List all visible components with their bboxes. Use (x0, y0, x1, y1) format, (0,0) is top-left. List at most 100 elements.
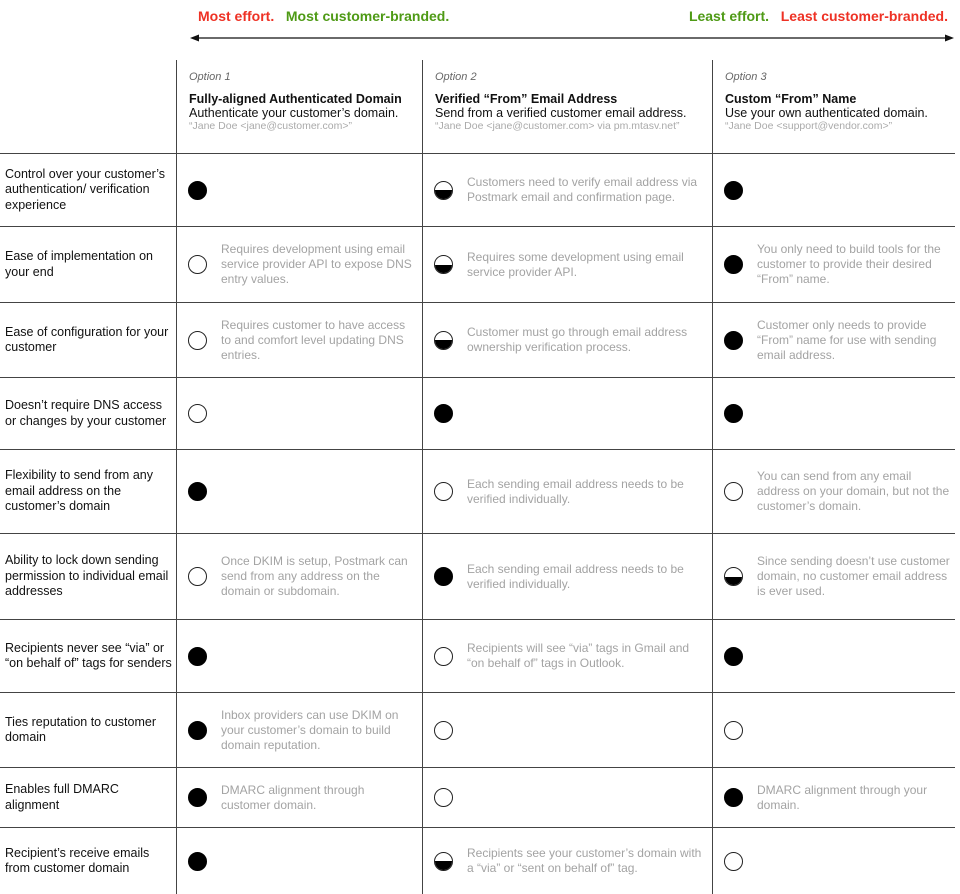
rating-note: DMARC alignment through your domain. (757, 782, 928, 812)
rating-cell (713, 620, 950, 692)
filled-circle-icon (188, 851, 207, 871)
most-branded-label: Most customer-branded. (285, 8, 450, 24)
option-header-2: Option 2 Verified “From” Email Address Sen… (435, 60, 711, 153)
rating-cell: Recipients see your customer’s domain wi… (423, 828, 707, 894)
filled-circle-icon (188, 180, 207, 200)
rating-cell: Requires development using email service… (177, 227, 417, 302)
rating-note: Customer must go through email address o… (467, 325, 688, 354)
option-example: “Jane Doe <jane@customer.com> via pm.mta… (435, 120, 680, 132)
empty-circle-icon (188, 330, 207, 350)
rating-note: Requires customer to have access to and … (221, 317, 406, 362)
rating-note: Requires development using email service… (221, 242, 412, 286)
empty-circle-icon (188, 567, 207, 586)
half-filled-circle-icon (724, 567, 743, 586)
empty-circle-icon (434, 788, 453, 807)
rating-cell: Each sending email address needs to be v… (423, 534, 707, 619)
row-label: Ease of implementation on your end (5, 249, 154, 279)
filled-circle-icon (724, 788, 743, 807)
rating-cell (177, 378, 417, 449)
filled-circle-icon (188, 720, 207, 740)
empty-circle-icon (188, 404, 207, 423)
half-filled-circle-icon (434, 255, 453, 274)
filled-circle-icon (724, 255, 743, 274)
row-label: Doesn’t require DNS access or changes by… (5, 398, 167, 428)
rating-cell: You can send from any email address on y… (713, 450, 950, 533)
rating-cell (177, 620, 417, 692)
scale-right-label: Least effort. Least customer-branded. (689, 8, 948, 24)
rating-cell (177, 828, 417, 894)
empty-circle-icon (434, 482, 453, 501)
rating-note: Each sending email address needs to be v… (467, 561, 684, 591)
filled-circle-icon (724, 404, 743, 423)
half-filled-circle-icon (434, 180, 453, 200)
option-title: Verified “From” Email Address (435, 92, 618, 106)
rating-cell: DMARC alignment through customer domain. (177, 768, 417, 827)
rating-cell (423, 693, 707, 767)
row-label: Ease of configuration for your customer (5, 324, 169, 355)
filled-circle-icon (188, 482, 207, 501)
rating-cell: DMARC alignment through your domain. (713, 768, 950, 827)
rating-cell: Once DKIM is setup, Postmark can send fr… (177, 534, 417, 619)
option-header-1: Option 1 Fully-aligned Authenticated Doma… (189, 60, 421, 153)
empty-circle-icon (724, 720, 743, 740)
rating-cell (713, 828, 950, 894)
empty-circle-icon (724, 851, 743, 871)
filled-circle-icon (434, 404, 453, 423)
empty-circle-icon (188, 255, 207, 274)
empty-circle-icon (434, 646, 453, 666)
rating-cell: Requires some development using email se… (423, 227, 707, 302)
rating-note: Inbox providers can use DKIM on your cus… (221, 707, 399, 752)
half-filled-circle-icon (434, 851, 453, 871)
rating-cell (713, 693, 950, 767)
option-title: Custom “From” Name (725, 92, 857, 106)
most-effort-label: Most effort. (198, 8, 275, 24)
filled-circle-icon (724, 646, 743, 666)
rating-note: Customers need to verify email address v… (467, 175, 698, 204)
rating-note: Requires some development using email se… (467, 249, 684, 279)
option-subtitle: Send from a verified customer email addr… (435, 106, 687, 120)
filled-circle-icon (724, 180, 743, 200)
rating-cell (423, 768, 707, 827)
rating-cell: You only need to build tools for the cus… (713, 227, 950, 302)
double-arrow-icon (190, 34, 954, 42)
half-filled-circle-icon (434, 330, 453, 350)
option-number: Option 1 (189, 71, 231, 83)
rating-note: Each sending email address needs to be v… (467, 476, 684, 506)
rating-note: Once DKIM is setup, Postmark can send fr… (221, 554, 408, 598)
option-number: Option 2 (435, 71, 477, 83)
option-subtitle: Authenticate your customer’s domain. (189, 106, 399, 120)
scale-left-label: Most effort. Most customer-branded. (198, 8, 449, 24)
rating-cell (713, 378, 950, 449)
rating-cell (177, 450, 417, 533)
filled-circle-icon (188, 788, 207, 807)
rating-note: DMARC alignment through customer domain. (221, 782, 365, 812)
filled-circle-icon (188, 646, 207, 666)
row-label: Flexibility to send from any email addre… (5, 468, 153, 514)
effort-scale-labels: Most effort. Most customer-branded. Leas… (0, 8, 960, 28)
rating-cell (177, 154, 417, 226)
rating-cell (713, 154, 950, 226)
rating-cell: Inbox providers can use DKIM on your cus… (177, 693, 417, 767)
rating-note: Customer only needs to provide “From” na… (757, 317, 937, 362)
rating-cell: Customer only needs to provide “From” na… (713, 303, 950, 377)
rating-cell: Each sending email address needs to be v… (423, 450, 707, 533)
option-subtitle: Use your own authenticated domain. (725, 106, 928, 120)
filled-circle-icon (724, 330, 743, 350)
row-label: Enables full DMARC alignment (5, 782, 119, 812)
row-label: Ability to lock down sending permission … (5, 553, 169, 599)
row-label: Recipients never see “via” or “on behalf… (5, 640, 172, 671)
rating-cell (423, 378, 707, 449)
empty-circle-icon (724, 482, 743, 501)
option-example: “Jane Doe <jane@customer.com>” (189, 120, 352, 132)
rating-cell: Requires customer to have access to and … (177, 303, 417, 377)
rating-note: Recipients will see “via” tags in Gmail … (467, 641, 690, 670)
option-header-3: Option 3 Custom “From” Name Use your own a… (725, 60, 954, 153)
rating-note: Recipients see your customer’s domain wi… (467, 846, 702, 875)
filled-circle-icon (434, 567, 453, 586)
row-label: Recipient’s receive emails from customer… (5, 845, 150, 876)
least-branded-label: Least customer-branded. (780, 8, 948, 24)
row-label: Ties reputation to customer domain (5, 714, 156, 745)
least-effort-label: Least effort. (688, 8, 770, 24)
option-title: Fully-aligned Authenticated Domain (189, 92, 402, 106)
rating-cell: Customers need to verify email address v… (423, 154, 707, 226)
